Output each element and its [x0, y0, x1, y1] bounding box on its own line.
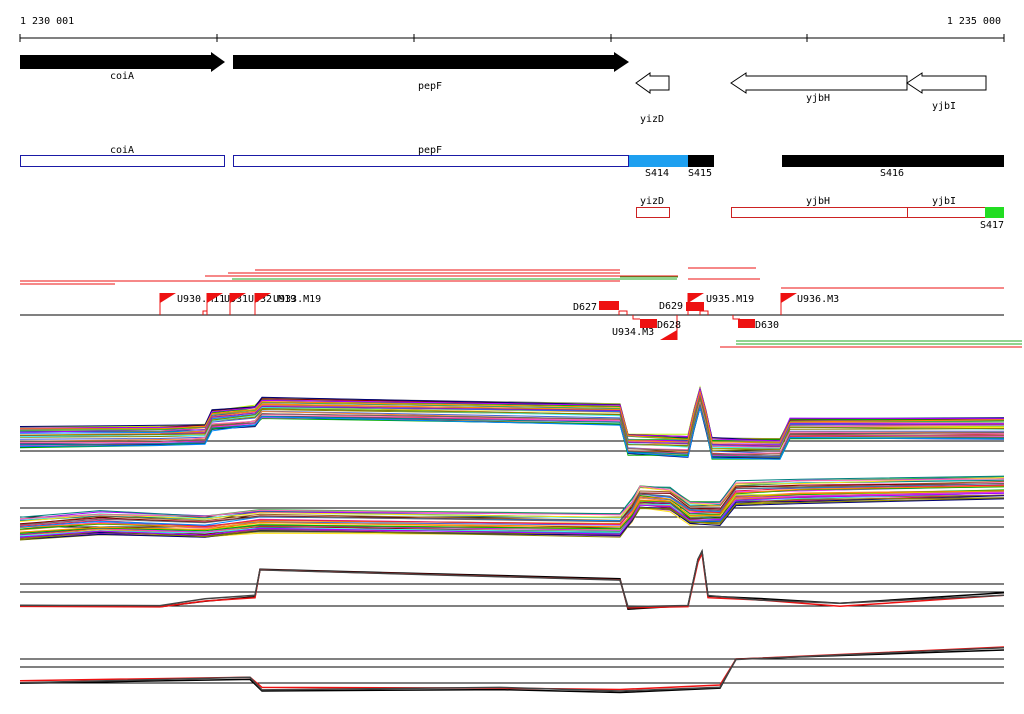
downshift-block: [599, 301, 619, 310]
genome-browser-view: 1 230 001 1 235 000 coiA pepF yizD yjbH: [19, 16, 1022, 694]
upshift-flag: [688, 293, 704, 303]
upshift-flag: [781, 293, 797, 303]
annotation-box-coiA[interactable]: [20, 155, 225, 167]
profile-line: [19, 550, 1005, 609]
downshift-block: [686, 302, 704, 311]
downshift-D627[interactable]: D627: [573, 301, 619, 313]
gene-pepF[interactable]: pepF: [233, 52, 629, 92]
gene-yjbH[interactable]: yjbH: [730, 72, 908, 104]
profile-panel-4: [19, 646, 1005, 694]
downshift-label: D629: [659, 301, 683, 312]
profile-panel-1: [19, 385, 1005, 460]
gene-arrow[interactable]: [233, 52, 629, 72]
downshift-label: D627: [573, 302, 597, 313]
operon-track: yizD yjbH yjbI S417: [636, 196, 1004, 231]
profile-lines: [19, 548, 1005, 610]
gene-track: coiA pepF yizD yjbH yjbI: [20, 52, 987, 125]
gene-label: yizD: [640, 114, 664, 125]
upshift-U936[interactable]: U936.M3: [780, 293, 839, 315]
operon-box-yizD[interactable]: [636, 207, 670, 218]
operon-box-yjbI[interactable]: [907, 207, 986, 218]
gene-yizD[interactable]: yizD: [635, 72, 670, 125]
segment-S414[interactable]: [629, 155, 688, 167]
upshift-label: U934.M3: [612, 327, 654, 338]
annotation-box-pepF[interactable]: [233, 155, 629, 167]
operon-label: yizD: [640, 196, 664, 207]
operon-label: yjbI: [932, 196, 956, 207]
profile-line: [19, 646, 1005, 692]
profile-lines: [19, 385, 1005, 460]
gene-yjbI[interactable]: yjbI: [906, 72, 987, 112]
ruler-end-label: 1 235 000: [947, 16, 1001, 27]
segment-S415[interactable]: [688, 155, 714, 167]
downshift-block: [738, 319, 755, 328]
transcript-lines: [20, 267, 1022, 348]
annotation-label: pepF: [418, 145, 442, 156]
ruler-start-label: 1 230 001: [20, 16, 74, 27]
shift-markers: U930.M11 U931 U932.M19 U933.M19 U934.M3 …: [20, 293, 1004, 340]
gene-arrow[interactable]: [730, 72, 908, 94]
segment-label: S414: [645, 168, 669, 179]
gene-arrow[interactable]: [906, 72, 987, 94]
gene-arrow[interactable]: [20, 52, 225, 72]
gene-label: yjbH: [806, 93, 830, 104]
operon-label: yjbH: [806, 196, 830, 207]
profile-panel-3: [19, 548, 1005, 610]
downshift-label: D628: [657, 320, 681, 331]
gene-arrow[interactable]: [635, 72, 670, 94]
segment-S416[interactable]: [782, 155, 1004, 167]
profile-line: [19, 548, 1005, 608]
upshift-label: U935.M19: [706, 294, 754, 305]
downshift-block: [640, 319, 657, 328]
upshift-flag: [660, 330, 677, 340]
upshift-label: U936.M3: [797, 294, 839, 305]
gene-label: coiA: [110, 71, 134, 82]
gene-label: pepF: [418, 81, 442, 92]
profile-panel-2: [19, 475, 1005, 541]
segment-label: S416: [880, 168, 904, 179]
upshift-label: U933.M19: [273, 294, 321, 305]
profile-lines: [19, 646, 1005, 694]
gene-label: yjbI: [932, 101, 956, 112]
segment-track: coiA pepF S414 S415 S416: [20, 145, 1004, 179]
annotation-label: coiA: [110, 145, 134, 156]
segment-label: S417: [980, 220, 1004, 231]
upshift-flag: [160, 293, 176, 303]
downshift-D630[interactable]: D630: [738, 319, 779, 331]
operon-box-yjbH[interactable]: [731, 207, 908, 218]
segment-S417[interactable]: [985, 207, 1004, 218]
downshift-label: D630: [755, 320, 779, 331]
segment-label: S415: [688, 168, 712, 179]
downshift-D629[interactable]: D629: [659, 301, 704, 312]
gene-coiA[interactable]: coiA: [20, 52, 225, 82]
profile-line: [19, 649, 1005, 694]
profile-line: [19, 548, 1005, 610]
coordinate-ruler: 1 230 001 1 235 000: [19, 16, 1005, 42]
